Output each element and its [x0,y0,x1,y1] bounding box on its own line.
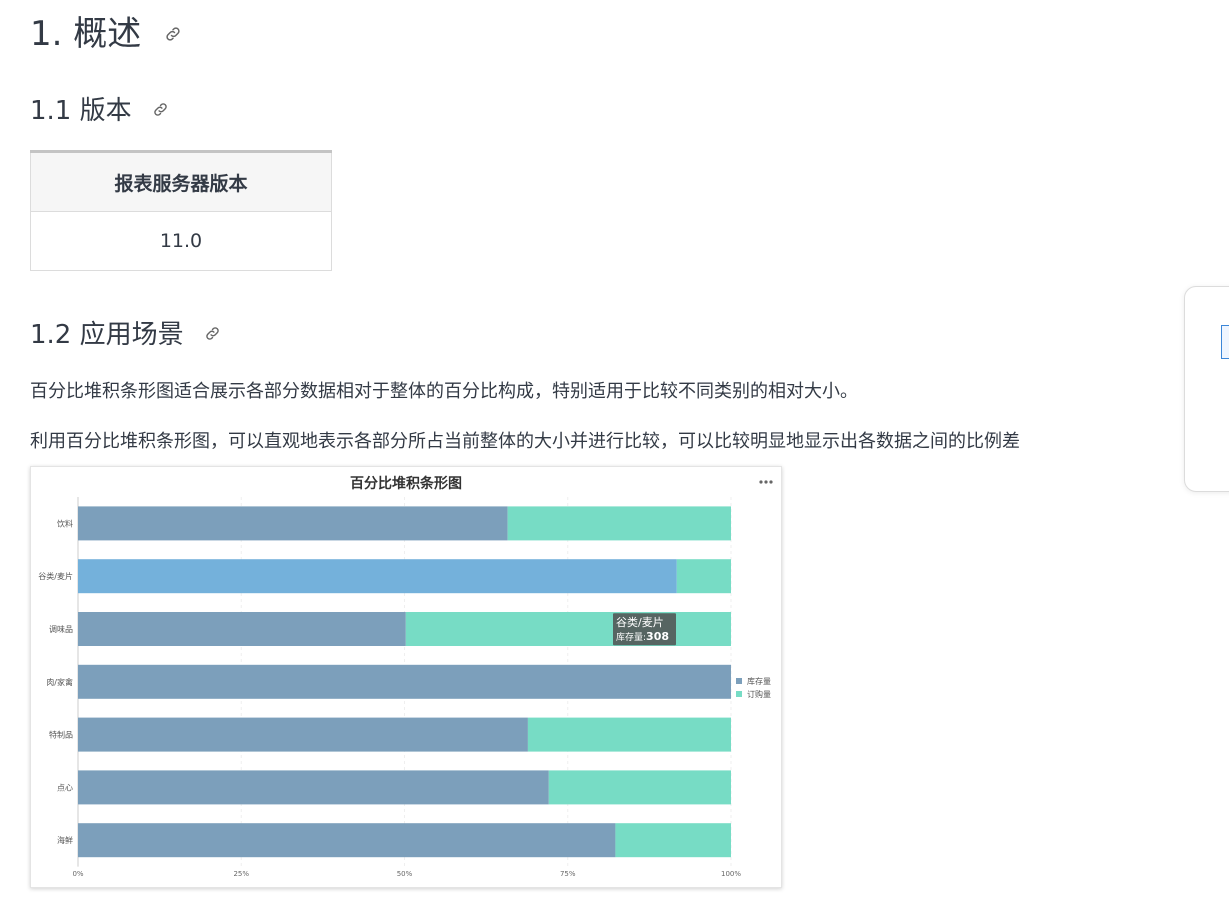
bar-stock [78,823,616,858]
y-axis-labels: 饮料谷类/麦片调味品肉/家禽特制品点心海鲜 [38,518,73,845]
ellipsis-icon[interactable] [759,480,773,484]
version-table-header: 报表服务器版本 [30,150,332,212]
bar-stock [78,506,508,541]
bar-order [507,506,731,541]
y-tick-label: 肉/家禽 [46,677,73,687]
bar-order [548,770,731,805]
x-tick-label: 25% [233,870,249,878]
y-tick-label: 调味品 [49,624,73,634]
link-icon[interactable] [152,101,169,118]
x-axis-labels: 0% 25% 50% 75% 100% [72,870,741,878]
bar-order [676,559,731,594]
version-table-value: 11.0 [30,211,332,271]
link-icon[interactable] [204,325,221,342]
tooltip-number: 308 [646,630,669,643]
bar-order [527,717,731,752]
heading-overview: 1. 概述 [30,6,182,55]
paragraph-2: 利用百分比堆积条形图，可以直观地表示各部分所占当前整体的大小并进行比较，可以比较… [30,431,1020,452]
x-tick-label: 50% [397,870,413,878]
y-tick-label: 点心 [57,783,73,792]
bar-stock [78,612,406,646]
link-icon[interactable] [164,25,182,43]
bar-order [405,612,731,646]
y-tick-label: 饮料 [57,518,73,528]
heading-scene: 1.2 应用场景 [30,314,221,351]
legend-swatch [736,691,742,697]
percent-stacked-bar-chart: 百分比堆积条形图 饮料谷类/麦片调味品肉/家禽特制品点心海鲜 0% 25% 50% 7… [38,475,773,878]
tooltip-category: 谷类/麦片 [616,615,664,629]
bar-stock [78,717,528,752]
legend-label: 订购量 [747,689,771,699]
heading-text: 1. 概述 [30,14,142,54]
bar-order [615,823,731,858]
version-table: 报表服务器版本 11.0 [30,150,332,271]
chart-container: 百分比堆积条形图 饮料谷类/麦片调味品肉/家禽特制品点心海鲜 0% 25% 50% 7… [30,466,782,888]
y-tick-label: 海鲜 [57,835,73,845]
x-tick-label: 75% [560,870,576,878]
toc-icon[interactable] [1221,325,1229,359]
legend-swatch [736,678,742,684]
chart-title: 百分比堆积条形图 [350,475,462,492]
tooltip: 谷类/麦片库存量:308 [613,613,676,646]
heading-text: 1.1 版本 [30,96,132,126]
bar-stock [78,770,549,805]
heading-version: 1.1 版本 [30,90,169,127]
tooltip-label: 库存量: [616,631,646,643]
legend-label: 库存量 [747,676,771,686]
y-tick-label: 谷类/麦片 [38,571,73,581]
x-tick-label: 0% [72,870,83,878]
side-toolbar[interactable] [1184,286,1229,492]
bar-stock [78,559,677,594]
y-tick-label: 特制品 [49,730,73,740]
heading-text: 1.2 应用场景 [30,320,184,350]
x-tick-label: 100% [721,870,741,878]
legend: 库存量订购量 [736,676,771,699]
bar-stock [78,664,731,699]
paragraph-1: 百分比堆积条形图适合展示各部分数据相对于整体的百分比构成，特别适用于比较不同类别… [30,381,858,402]
